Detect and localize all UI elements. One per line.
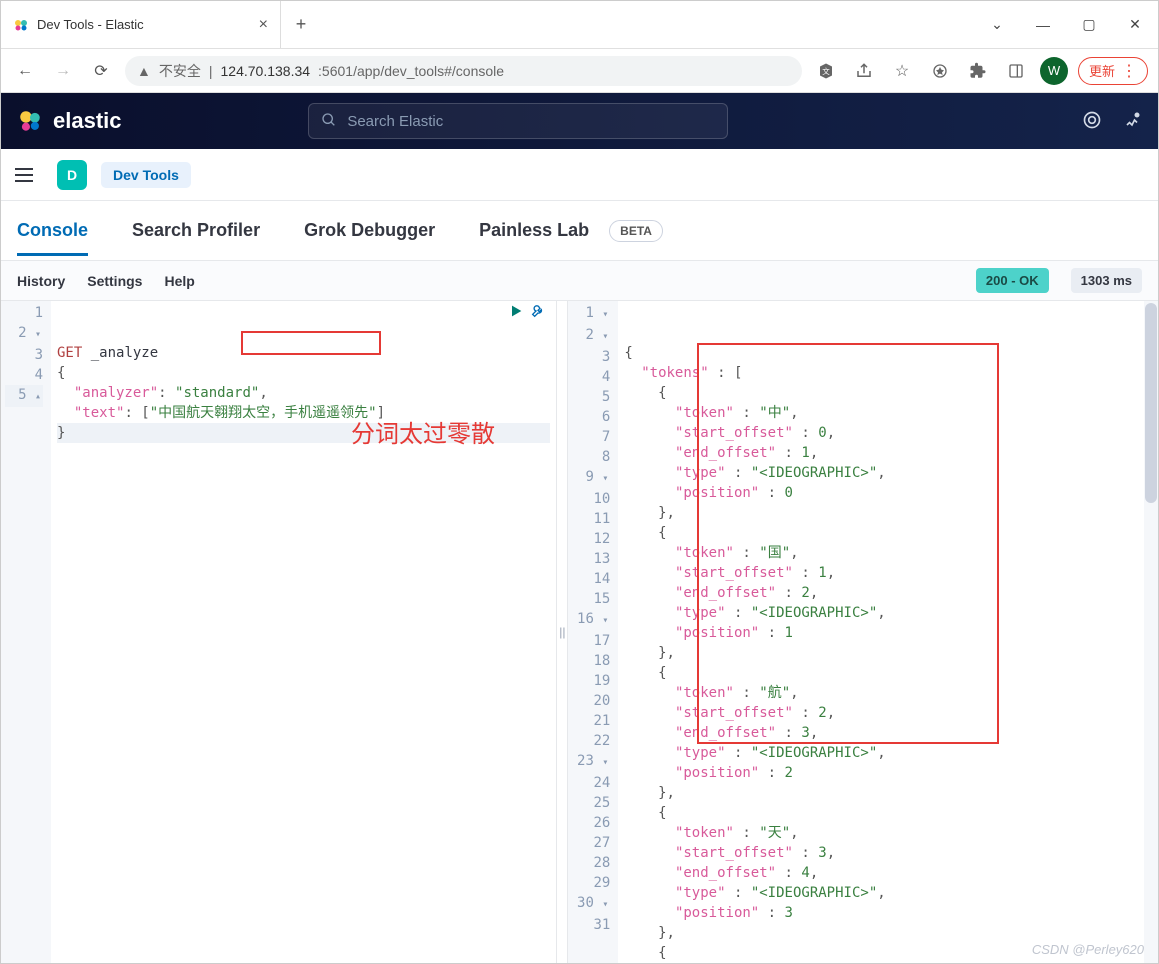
editor-area: 12 ▾345 ▴ GET _analyze{ "analyzer": "sta… xyxy=(1,301,1158,963)
breadcrumb-bar: D Dev Tools xyxy=(1,149,1158,201)
tab-console[interactable]: Console xyxy=(17,206,88,255)
scrollbar-thumb[interactable] xyxy=(1145,303,1157,503)
menu-icon[interactable] xyxy=(15,161,43,189)
help-link[interactable]: Help xyxy=(164,273,194,289)
separator: | xyxy=(209,63,213,79)
forward-icon: → xyxy=(49,57,77,85)
maximize-icon[interactable]: ▢ xyxy=(1066,1,1112,48)
devtools-tabs: Console Search Profiler Grok Debugger Pa… xyxy=(1,201,1158,261)
browser-titlebar: Dev Tools - Elastic × + ⌄ — ▢ ✕ xyxy=(1,1,1158,49)
global-search[interactable] xyxy=(308,103,728,139)
response-gutter: 1 ▾2 ▾3456789 ▾10111213141516 ▾171819202… xyxy=(568,301,618,963)
response-pane[interactable]: 1 ▾2 ▾3456789 ▾10111213141516 ▾171819202… xyxy=(568,301,1158,963)
scrollbar[interactable] xyxy=(1144,301,1158,963)
status-badge: 200 - OK xyxy=(976,268,1049,293)
space-badge[interactable]: D xyxy=(57,160,87,190)
request-pane[interactable]: 12 ▾345 ▴ GET _analyze{ "analyzer": "sta… xyxy=(1,301,556,963)
search-icon xyxy=(321,112,337,131)
response-time: 1303 ms xyxy=(1071,268,1142,293)
elastic-brand[interactable]: elastic xyxy=(17,108,122,134)
insecure-icon: ▲ xyxy=(137,63,151,79)
breadcrumb-devtools[interactable]: Dev Tools xyxy=(101,162,191,188)
pane-divider[interactable]: || xyxy=(556,301,568,963)
wrench-icon[interactable] xyxy=(530,303,546,325)
elastic-header: elastic xyxy=(1,93,1158,149)
close-icon[interactable]: × xyxy=(259,16,268,34)
play-icon[interactable] xyxy=(508,303,524,325)
brand-text: elastic xyxy=(53,108,122,134)
address-bar[interactable]: ▲ 不安全 | 124.70.138.34 :5601/app/dev_tools… xyxy=(125,56,802,86)
panel-icon[interactable] xyxy=(1002,57,1030,85)
request-editor[interactable]: GET _analyze{ "analyzer": "standard", "t… xyxy=(51,301,556,963)
help-icon[interactable] xyxy=(1082,110,1102,133)
puzzle-icon[interactable] xyxy=(964,57,992,85)
url-path: :5601/app/dev_tools#/console xyxy=(318,63,504,79)
settings-link[interactable]: Settings xyxy=(87,273,142,289)
browser-toolbar: ← → ⟳ ▲ 不安全 | 124.70.138.34 :5601/app/dev… xyxy=(1,49,1158,93)
tab-grok-debugger[interactable]: Grok Debugger xyxy=(304,206,435,255)
share-icon[interactable] xyxy=(850,57,878,85)
watermark: CSDN @Perley620 xyxy=(1032,942,1144,957)
tab-search-profiler[interactable]: Search Profiler xyxy=(132,206,260,255)
new-tab-button[interactable]: + xyxy=(281,1,321,48)
elastic-logo-icon xyxy=(17,108,43,134)
translate-icon[interactable]: 文 xyxy=(812,57,840,85)
browser-tab[interactable]: Dev Tools - Elastic × xyxy=(1,1,281,48)
profile-avatar[interactable]: W xyxy=(1040,57,1068,85)
newsfeed-icon[interactable] xyxy=(1122,110,1142,133)
tab-painless-lab[interactable]: Painless Lab xyxy=(479,206,589,255)
svg-text:文: 文 xyxy=(822,66,830,76)
update-button[interactable]: 更新⋮ xyxy=(1078,57,1148,85)
request-gutter: 12 ▾345 ▴ xyxy=(1,301,51,963)
security-label: 不安全 xyxy=(159,61,201,81)
reload-icon[interactable]: ⟳ xyxy=(87,57,115,85)
response-viewer[interactable]: { "tokens" : [ { "token" : "中", "start_o… xyxy=(618,301,1158,963)
elastic-favicon-icon xyxy=(13,17,29,33)
dropdown-icon[interactable]: ⌄ xyxy=(974,1,1020,48)
back-icon[interactable]: ← xyxy=(11,57,39,85)
console-toolbar: History Settings Help 200 - OK 1303 ms xyxy=(1,261,1158,301)
tab-title: Dev Tools - Elastic xyxy=(37,17,251,32)
minimize-icon[interactable]: — xyxy=(1020,1,1066,48)
annotation-text: 分词太过零散 xyxy=(351,425,495,445)
search-input[interactable] xyxy=(347,113,715,130)
history-link[interactable]: History xyxy=(17,273,65,289)
window-close-icon[interactable]: ✕ xyxy=(1112,1,1158,48)
star-icon[interactable]: ☆ xyxy=(888,57,916,85)
extension-icon[interactable] xyxy=(926,57,954,85)
beta-badge: BETA xyxy=(609,220,663,242)
url-host: 124.70.138.34 xyxy=(221,63,311,79)
